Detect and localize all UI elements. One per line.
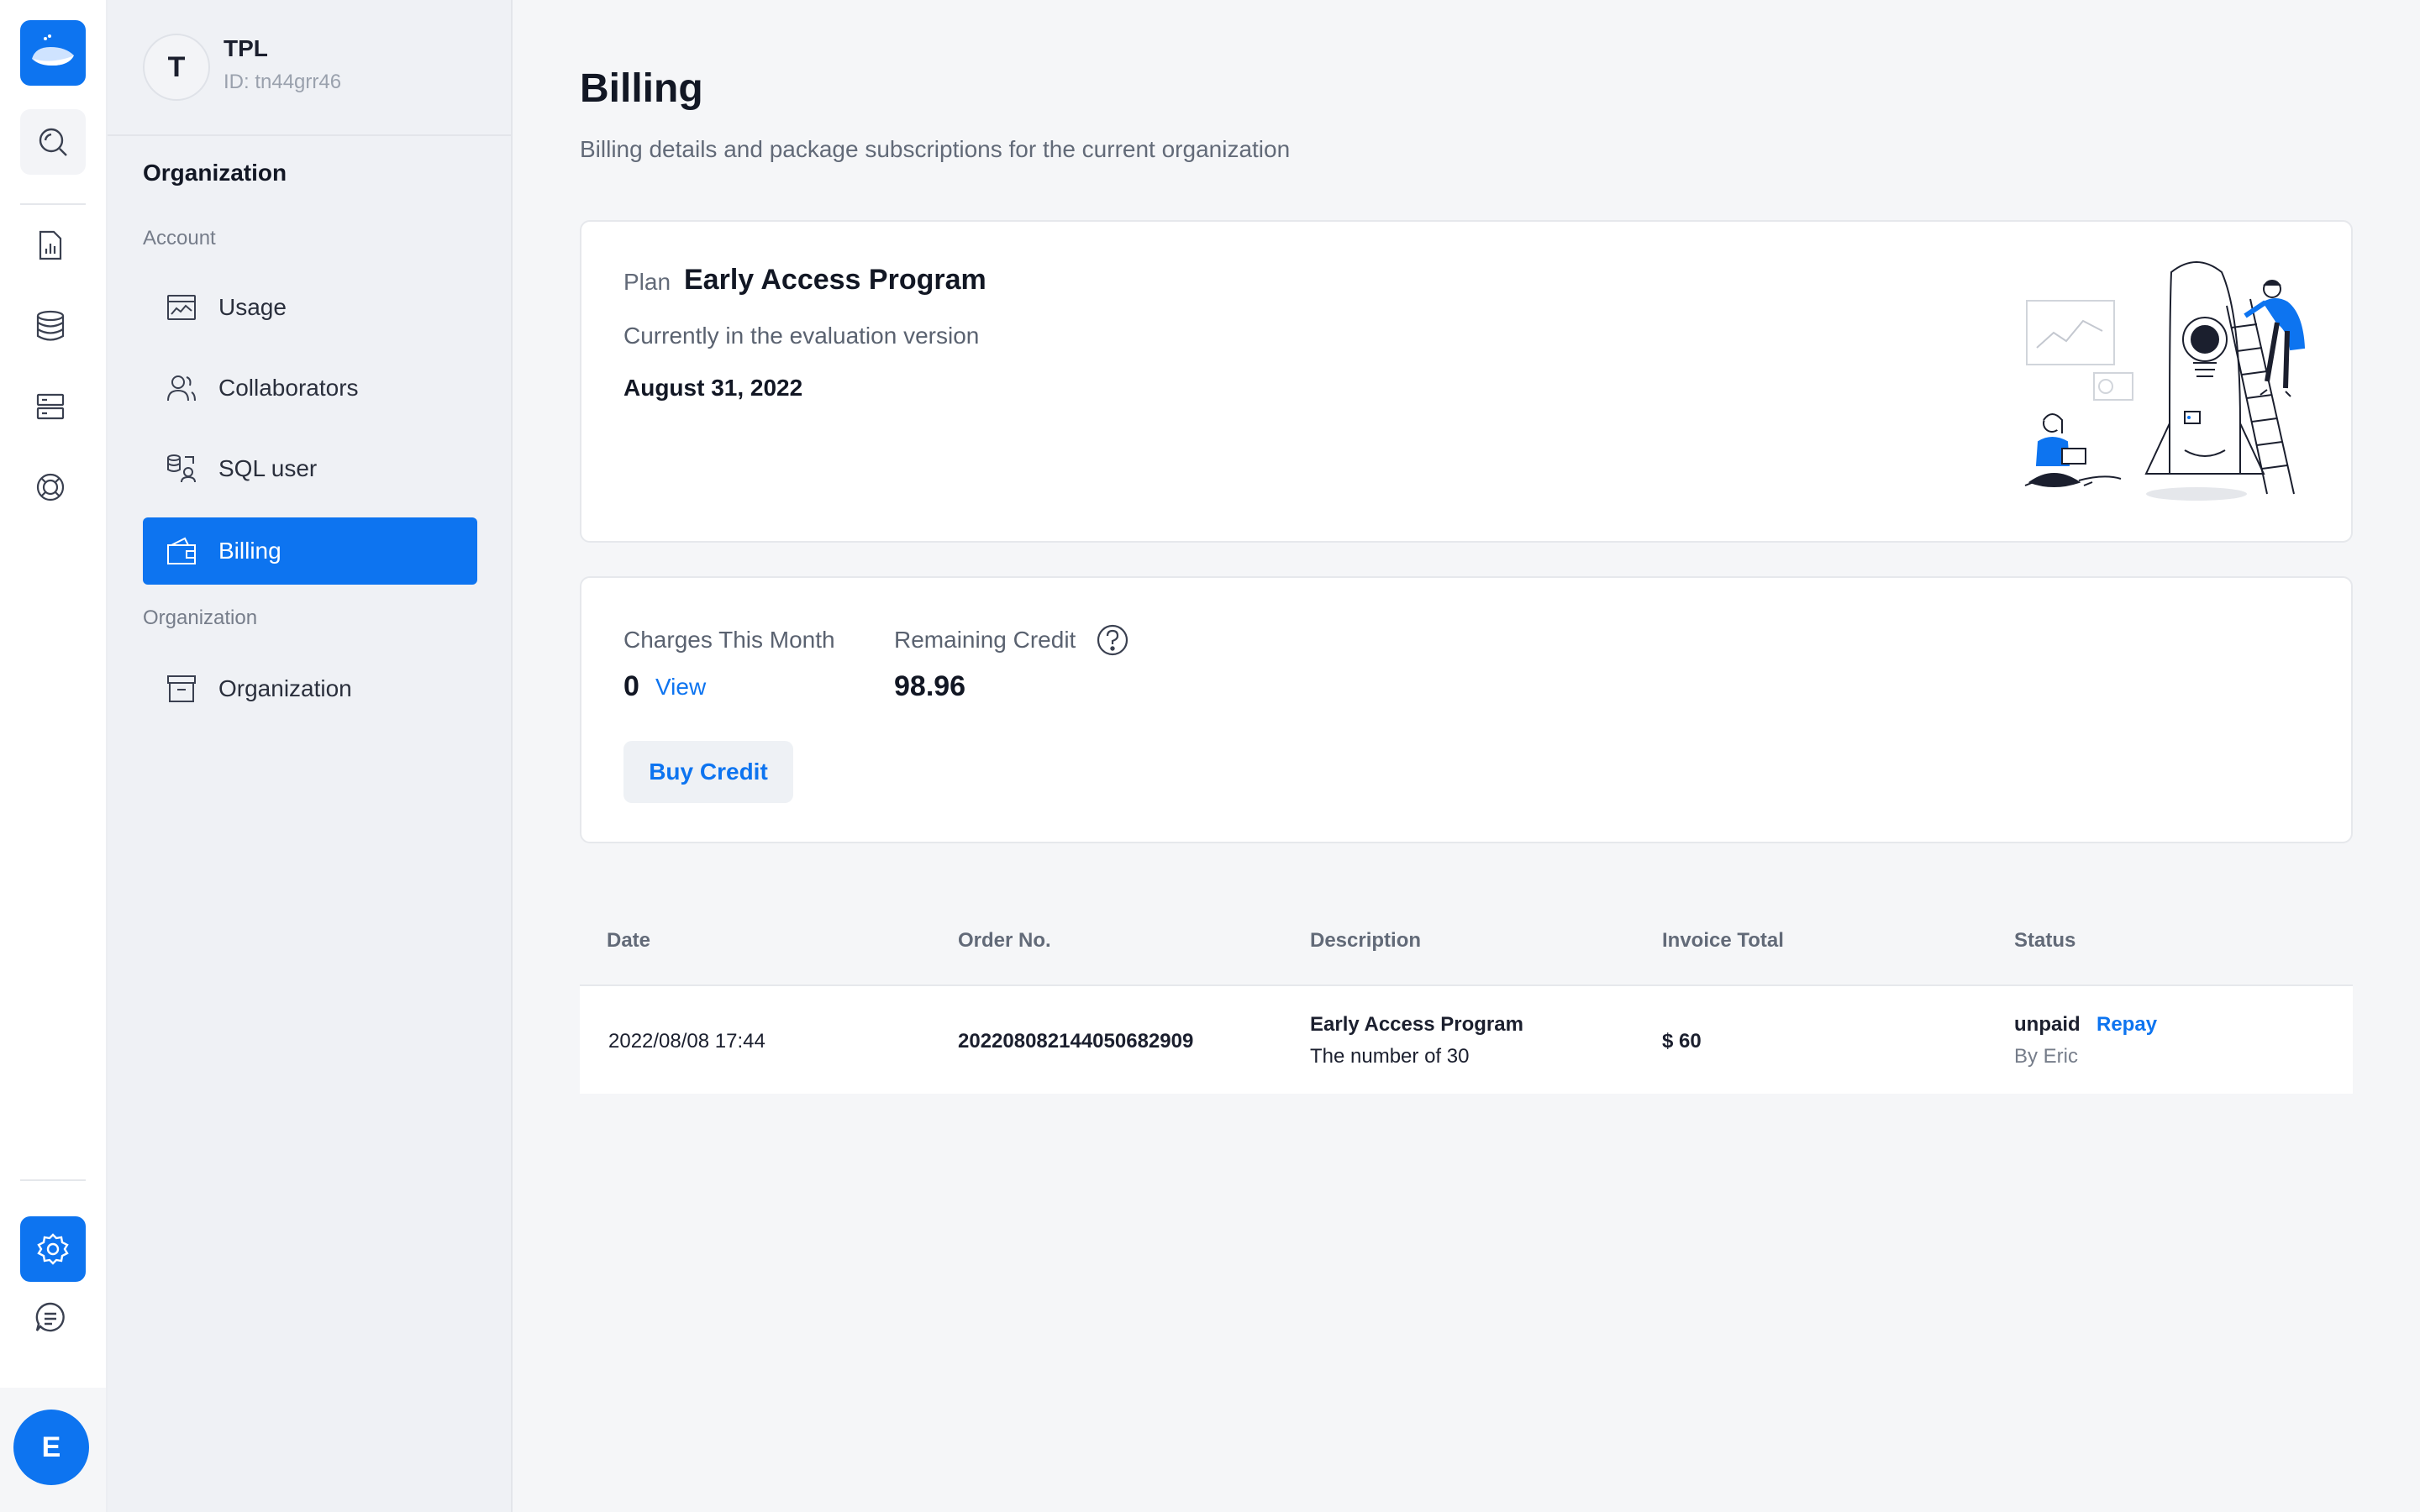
column-header-order-no[interactable]: Order No. — [958, 929, 1051, 953]
chat-icon[interactable] — [30, 1297, 71, 1337]
cell-paid-by: By Eric — [2014, 1045, 2079, 1068]
users-icon — [165, 371, 198, 405]
plan-label: Plan — [623, 269, 671, 295]
database-icon[interactable] — [30, 306, 71, 346]
sidebar-item-organization[interactable]: Organization — [143, 655, 477, 722]
column-header-date[interactable]: Date — [607, 929, 650, 953]
plan-card: Plan Early Access Program Currently in t… — [580, 220, 2353, 543]
support-icon[interactable] — [30, 467, 71, 507]
sidebar-item-billing[interactable]: Billing — [143, 517, 477, 585]
charges-value: 0 — [623, 670, 639, 702]
table-header: Date Order No. Description Invoice Total… — [580, 900, 2353, 986]
user-avatar[interactable]: E — [13, 1410, 89, 1485]
org-header[interactable]: T TPL ID: tn44grr46 — [108, 0, 511, 136]
charges-label: Charges This Month — [623, 627, 835, 653]
sidebar-item-usage[interactable]: Usage — [143, 274, 477, 341]
sidebar-item-sql-user[interactable]: SQL user — [143, 435, 477, 502]
app-rail: E — [0, 0, 108, 1512]
usage-chart-icon — [165, 291, 198, 324]
cell-status: unpaid — [2014, 1013, 2081, 1036]
sidebar-item-label: Usage — [218, 294, 287, 320]
cell-order-no: 20220808214405068290​9 — [958, 1030, 1194, 1053]
plan-name: Early Access Program — [684, 264, 986, 296]
buy-credit-button[interactable]: Buy Credit — [623, 741, 793, 803]
sidebar-item-collaborators[interactable]: Collaborators — [143, 354, 477, 422]
cell-date: 2022/08/08 17:44 — [608, 1030, 765, 1053]
servers-icon[interactable] — [30, 386, 71, 427]
plan-date: August 31, 2022 — [623, 375, 803, 401]
settings-sidebar: T TPL ID: tn44grr46 Organization Account… — [108, 0, 513, 1512]
view-charges-link[interactable]: View — [655, 674, 706, 701]
report-icon[interactable] — [30, 225, 71, 265]
repay-link[interactable]: Repay — [2096, 1013, 2157, 1037]
table-row[interactable]: 2022/08/08 17:44 20220808214405068290​9 … — [580, 986, 2353, 1094]
help-icon[interactable] — [1096, 623, 1129, 657]
cell-description-title: Early Access Program — [1310, 1013, 1523, 1036]
section-label-organization: Organization — [143, 606, 258, 629]
org-id: ID: tn44grr46 — [224, 71, 342, 93]
sidebar-title: Organization — [143, 160, 287, 186]
app-logo[interactable] — [20, 20, 86, 86]
cell-description-detail: The number of 30 — [1310, 1045, 1470, 1068]
search-icon[interactable] — [20, 109, 86, 175]
page-subtitle: Billing details and package subscription… — [580, 136, 1291, 162]
remaining-credit-value: 98.96 — [894, 670, 966, 702]
wallet-icon — [165, 534, 198, 568]
main-content: Billing Billing details and package subs… — [580, 0, 2353, 1512]
plan-status: Currently in the evaluation version — [623, 323, 980, 349]
column-header-invoice-total[interactable]: Invoice Total — [1662, 929, 1784, 953]
rail-divider — [20, 1179, 86, 1181]
page-title: Billing — [580, 66, 703, 111]
sql-user-icon — [165, 452, 198, 486]
section-label-account: Account — [143, 227, 216, 249]
building-icon — [165, 672, 198, 706]
sidebar-item-label: Collaborators — [218, 375, 359, 401]
remaining-credit-label: Remaining Credit — [894, 627, 1076, 653]
gear-icon[interactable] — [20, 1216, 86, 1282]
org-avatar: T — [143, 34, 210, 101]
sidebar-item-label: SQL user — [218, 455, 318, 481]
org-name: TPL — [224, 35, 268, 61]
rail-divider — [20, 203, 86, 205]
invoice-table: Date Order No. Description Invoice Total… — [580, 900, 2353, 1094]
rocket-illustration — [2024, 261, 2306, 501]
sidebar-item-label: Organization — [218, 675, 352, 701]
column-header-status[interactable]: Status — [2014, 929, 2075, 953]
sidebar-item-label: Billing — [218, 538, 281, 564]
cell-invoice-total: $ 60 — [1662, 1030, 1702, 1053]
credit-card: Charges This Month 0 View Remaining Cred… — [580, 576, 2353, 843]
column-header-description[interactable]: Description — [1310, 929, 1421, 953]
